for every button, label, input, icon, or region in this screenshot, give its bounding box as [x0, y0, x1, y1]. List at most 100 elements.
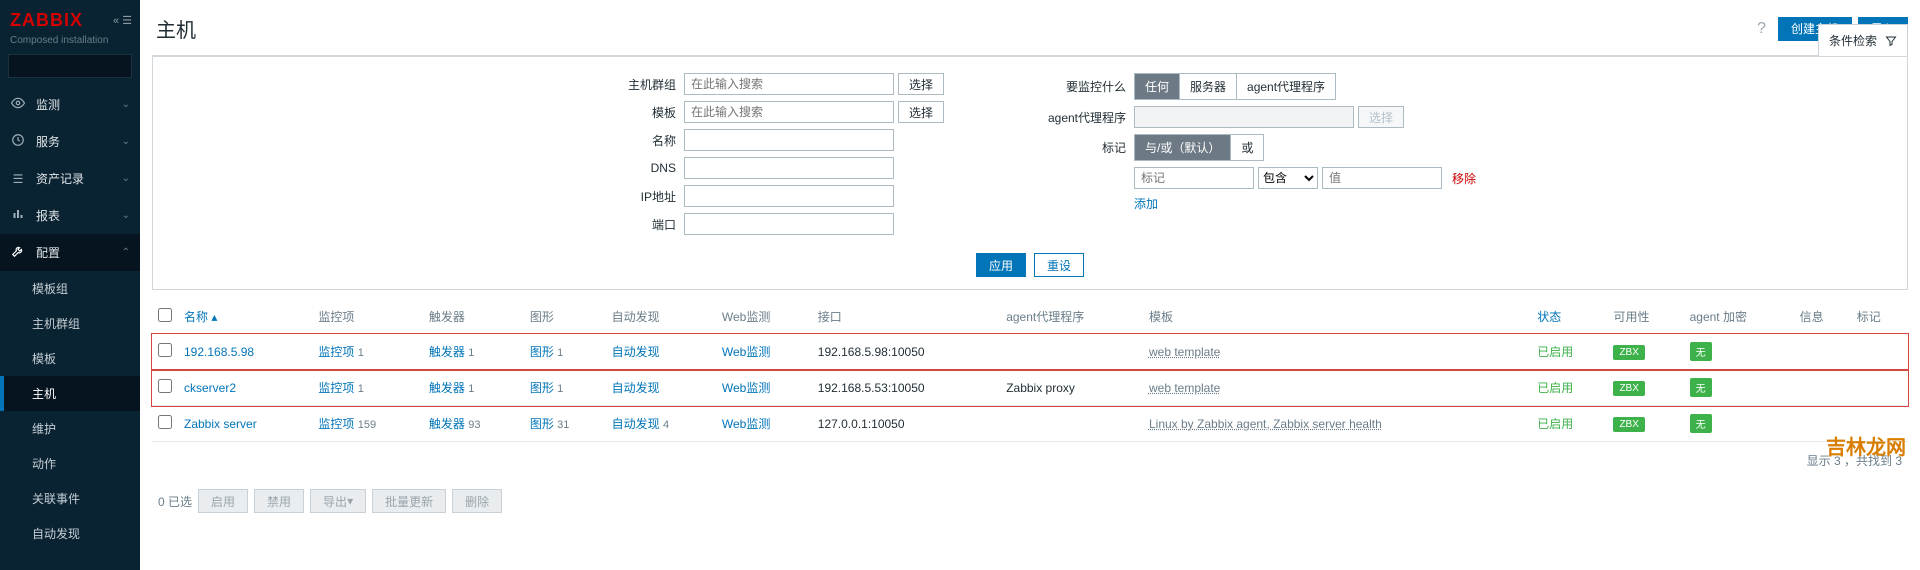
tag-add-link[interactable]: 添加: [1134, 195, 1158, 212]
discovery-link[interactable]: 自动发现: [612, 417, 660, 431]
tags-or[interactable]: 或: [1231, 135, 1263, 160]
chevron-down-icon: ⌄: [122, 99, 130, 110]
web-link[interactable]: Web监测: [722, 381, 770, 395]
chart-icon: [10, 208, 26, 223]
sub-discovery[interactable]: 自动发现: [0, 516, 140, 551]
host-name-link[interactable]: ckserver2: [184, 381, 236, 395]
proxy-cell: Zabbix proxy: [1000, 370, 1143, 406]
chevron-up-icon: ⌃: [122, 247, 130, 258]
mass-delete-button[interactable]: 删除: [452, 489, 502, 513]
tag-op-select[interactable]: 包含: [1258, 167, 1318, 189]
nav-configuration[interactable]: 配置 ⌃: [0, 234, 140, 271]
ip-input[interactable]: [684, 185, 894, 207]
monitor-server[interactable]: 服务器: [1180, 74, 1237, 99]
items-count: 159: [358, 419, 376, 431]
items-link[interactable]: 监控项: [318, 345, 354, 359]
port-input[interactable]: [684, 213, 894, 235]
discovery-link[interactable]: 自动发现: [612, 345, 660, 359]
status-link[interactable]: 已启用: [1537, 417, 1573, 431]
hosts-table: 名称 ▴ 监控项 触发器 图形 自动发现 Web监测 接口 agent代理程序 …: [152, 300, 1908, 442]
name-input[interactable]: [684, 129, 894, 151]
mass-update-button[interactable]: 批量更新: [372, 489, 446, 513]
row-checkbox[interactable]: [158, 343, 172, 357]
monitor-any[interactable]: 任何: [1135, 74, 1180, 99]
mass-disable-button[interactable]: 禁用: [254, 489, 304, 513]
row-checkbox[interactable]: [158, 415, 172, 429]
triggers-link[interactable]: 触发器: [429, 417, 465, 431]
nav-label: 服务: [36, 133, 60, 150]
filter-apply-button[interactable]: 应用: [976, 253, 1026, 277]
sub-hosts[interactable]: 主机: [0, 376, 140, 411]
eye-icon: [10, 96, 26, 113]
dns-label: DNS: [584, 161, 684, 175]
row-checkbox[interactable]: [158, 379, 172, 393]
template-link[interactable]: Linux by Zabbix agent, Zabbix server hea…: [1149, 417, 1382, 431]
template-link[interactable]: web template: [1149, 381, 1220, 395]
interface-cell: 192.168.5.98:10050: [812, 334, 1000, 370]
template-input[interactable]: [684, 101, 894, 123]
items-link[interactable]: 监控项: [318, 417, 354, 431]
dns-input[interactable]: [684, 157, 894, 179]
col-discovery: 自动发现: [606, 300, 716, 334]
availability-badge: ZBX: [1613, 345, 1644, 360]
select-all-checkbox[interactable]: [158, 308, 172, 322]
col-status[interactable]: 状态: [1531, 300, 1607, 334]
sidebar-collapse-icon[interactable]: « ☰: [113, 14, 132, 27]
sub-template-groups[interactable]: 模板组: [0, 271, 140, 306]
items-link[interactable]: 监控项: [318, 381, 354, 395]
sub-correlation[interactable]: 关联事件: [0, 481, 140, 516]
nav-inventory[interactable]: ☰资产记录 ⌄: [0, 160, 140, 197]
nav-services[interactable]: 服务 ⌄: [0, 123, 140, 160]
filter-toggle[interactable]: 条件检索: [1818, 24, 1908, 56]
filter-reset-button[interactable]: 重设: [1034, 253, 1084, 277]
discovery-link[interactable]: 自动发现: [612, 381, 660, 395]
status-link[interactable]: 已启用: [1537, 345, 1573, 359]
graphs-link[interactable]: 图形: [530, 345, 554, 359]
mass-enable-button[interactable]: 启用: [198, 489, 248, 513]
triggers-link[interactable]: 触发器: [429, 345, 465, 359]
graphs-link[interactable]: 图形: [530, 417, 554, 431]
monitor-proxy[interactable]: agent代理程序: [1237, 74, 1335, 99]
selected-count: 0 已选: [158, 493, 192, 510]
web-link[interactable]: Web监测: [722, 345, 770, 359]
host-name-link[interactable]: Zabbix server: [184, 417, 257, 431]
nav-label: 配置: [36, 244, 60, 261]
mass-export-button[interactable]: 导出 ▾: [310, 489, 366, 513]
sidebar-search[interactable]: [8, 54, 132, 78]
tag-val-input[interactable]: [1322, 167, 1442, 189]
ip-label: IP地址: [584, 188, 684, 205]
proxy-input: [1134, 106, 1354, 128]
table-footer: 显示 3 ，共找到 3: [152, 442, 1908, 479]
col-name[interactable]: 名称 ▴: [178, 300, 312, 334]
hostgroup-select-btn[interactable]: 选择: [898, 73, 944, 95]
help-icon[interactable]: ?: [1757, 20, 1766, 38]
graphs-count: 1: [557, 347, 563, 359]
tags-mode-segment: 与/或（默认） 或: [1134, 134, 1264, 161]
graphs-link[interactable]: 图形: [530, 381, 554, 395]
web-link[interactable]: Web监测: [722, 417, 770, 431]
template-link[interactable]: web template: [1149, 345, 1220, 359]
host-name-link[interactable]: 192.168.5.98: [184, 345, 254, 359]
nav-monitoring[interactable]: 监测 ⌄: [0, 86, 140, 123]
sub-actions[interactable]: 动作: [0, 446, 140, 481]
filter-toggle-label: 条件检索: [1829, 32, 1877, 49]
sub-maintenance[interactable]: 维护: [0, 411, 140, 446]
triggers-link[interactable]: 触发器: [429, 381, 465, 395]
col-web: Web监测: [716, 300, 812, 334]
hostgroup-input[interactable]: [684, 73, 894, 95]
nav-reports[interactable]: 报表 ⌄: [0, 197, 140, 234]
nav-label: 监测: [36, 96, 60, 113]
proxy-label: agent代理程序: [1034, 109, 1134, 126]
hostgroup-label: 主机群组: [584, 76, 684, 93]
status-link[interactable]: 已启用: [1537, 381, 1573, 395]
tag-remove-link[interactable]: 移除: [1452, 170, 1476, 187]
chevron-down-icon: ⌄: [122, 210, 130, 221]
tags-andor[interactable]: 与/或（默认）: [1135, 135, 1231, 160]
template-select-btn[interactable]: 选择: [898, 101, 944, 123]
sub-templates[interactable]: 模板: [0, 341, 140, 376]
sub-host-groups[interactable]: 主机群组: [0, 306, 140, 341]
tag-key-input[interactable]: [1134, 167, 1254, 189]
col-availability: 可用性: [1607, 300, 1683, 334]
table-row: Zabbix server 监控项 159 触发器 93 图形 31 自动发现 …: [152, 406, 1908, 442]
brand-logo: ZABBIX: [10, 10, 83, 31]
